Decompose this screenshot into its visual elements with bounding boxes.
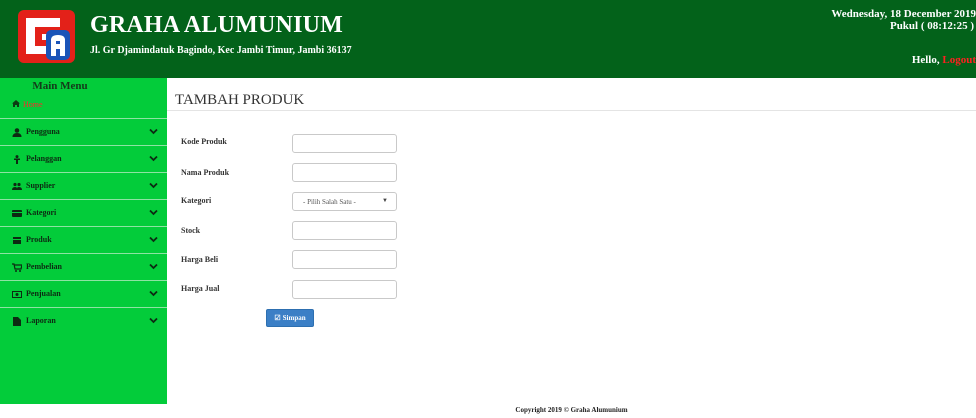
user-icon <box>12 128 22 137</box>
kode-produk-input[interactable] <box>292 134 397 153</box>
sidebar-item-pembelian[interactable]: Pembelian <box>0 253 167 280</box>
user-greeting: Hello, Logout <box>912 54 976 66</box>
copyright-text: Copyright 2019 © Graha Alumunium <box>515 406 628 414</box>
main-menu-title: Main Menu <box>32 80 88 92</box>
kategori-select[interactable]: - Pilih Salah Satu - ▼ <box>292 192 397 211</box>
money-icon <box>12 291 22 298</box>
chevron-down-icon <box>149 263 158 270</box>
cart-icon <box>12 263 22 272</box>
chevron-down-icon <box>149 236 158 243</box>
sidebar-item-label: Supplier <box>26 181 56 190</box>
tag-icon <box>12 210 22 217</box>
sidebar-item-home-label: Home <box>23 100 43 109</box>
top-header: GRAHA ALUMUNIUM Jl. Gr Djamindatuk Bagin… <box>0 0 976 78</box>
sidebar-item-label: Penjualan <box>26 289 61 298</box>
sidebar-menu: Pengguna Pelanggan Supplier Kategori Pro… <box>0 118 167 334</box>
footer: Copyright 2019 © Graha Alumunium <box>0 406 976 414</box>
chevron-down-icon <box>149 182 158 189</box>
users-icon <box>12 182 22 190</box>
sidebar-item-label: Pembelian <box>26 262 62 271</box>
sidebar-item-pengguna[interactable]: Pengguna <box>0 118 167 145</box>
chevron-down-icon <box>149 290 158 297</box>
sidebar-item-label: Produk <box>26 235 52 244</box>
box-icon <box>13 237 21 244</box>
stock-label: Stock <box>181 226 201 235</box>
logout-link[interactable]: Logout <box>942 54 976 66</box>
page-title: TAMBAH PRODUK <box>175 92 305 108</box>
chevron-down-icon <box>149 128 158 135</box>
file-icon <box>13 317 21 326</box>
brand-title: GRAHA ALUMUNIUM <box>90 12 343 38</box>
sidebar-item-label: Kategori <box>26 208 57 217</box>
save-button-label: Simpan <box>282 314 306 322</box>
sidebar-item-kategori[interactable]: Kategori <box>0 199 167 226</box>
harga-beli-label: Harga Beli <box>181 255 219 264</box>
sidebar-item-home[interactable]: Home <box>12 100 43 109</box>
current-time: Pukul ( 08:12:25 ) <box>889 20 974 32</box>
kategori-selected-value: - Pilih Salah Satu - <box>303 198 356 206</box>
title-divider <box>167 110 976 111</box>
sidebar-item-pelanggan[interactable]: Pelanggan <box>0 145 167 172</box>
sidebar-item-label: Pelanggan <box>26 154 62 163</box>
chevron-down-icon <box>149 317 158 324</box>
check-square-icon: ☑ <box>274 314 281 322</box>
sidebar-item-penjualan[interactable]: Penjualan <box>0 280 167 307</box>
chevron-down-icon <box>149 155 158 162</box>
graha-alumunium-logo <box>18 10 75 63</box>
kode-produk-label: Kode Produk <box>181 137 227 146</box>
hello-text: Hello, <box>911 54 940 66</box>
kategori-label: Kategori <box>181 196 212 205</box>
sidebar: Main Menu Home Pengguna Pelanggan Suppli… <box>0 78 167 404</box>
nama-produk-input[interactable] <box>292 163 397 182</box>
chevron-down-icon <box>149 209 158 216</box>
person-icon <box>14 155 20 164</box>
sidebar-item-supplier[interactable]: Supplier <box>0 172 167 199</box>
dropdown-arrow-icon: ▼ <box>382 198 388 204</box>
sidebar-item-label: Pengguna <box>26 127 60 136</box>
current-date: Wednesday, 18 December 2019 <box>831 8 976 20</box>
home-icon <box>12 100 21 109</box>
harga-jual-label: Harga Jual <box>181 284 220 293</box>
brand-address: Jl. Gr Djamindatuk Bagindo, Kec Jambi Ti… <box>90 45 352 56</box>
harga-beli-input[interactable] <box>292 250 397 269</box>
sidebar-item-label: Laporan <box>26 316 56 325</box>
sidebar-item-produk[interactable]: Produk <box>0 226 167 253</box>
nama-produk-label: Nama Produk <box>181 168 230 177</box>
stock-input[interactable] <box>292 221 397 240</box>
harga-jual-input[interactable] <box>292 280 397 299</box>
save-button[interactable]: ☑ Simpan <box>266 309 314 327</box>
sidebar-item-laporan[interactable]: Laporan <box>0 307 167 334</box>
